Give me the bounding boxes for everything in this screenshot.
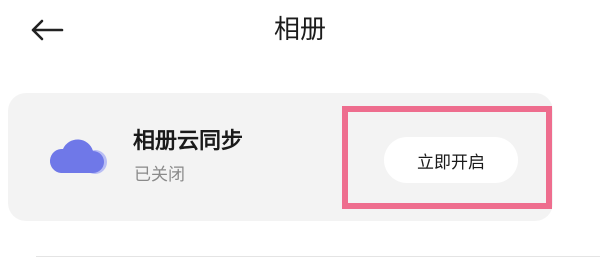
divider bbox=[36, 256, 600, 257]
cloud-icon bbox=[49, 139, 107, 174]
page-title: 相册 bbox=[273, 15, 326, 45]
cloud-sync-title: 相册云同步 bbox=[133, 129, 244, 154]
cloud-sync-status: 已关闭 bbox=[134, 165, 185, 185]
album-settings-screen: 相册 相册云同步 已关闭 立即开启 bbox=[0, 0, 600, 259]
enable-now-button[interactable]: 立即开启 bbox=[384, 137, 518, 183]
